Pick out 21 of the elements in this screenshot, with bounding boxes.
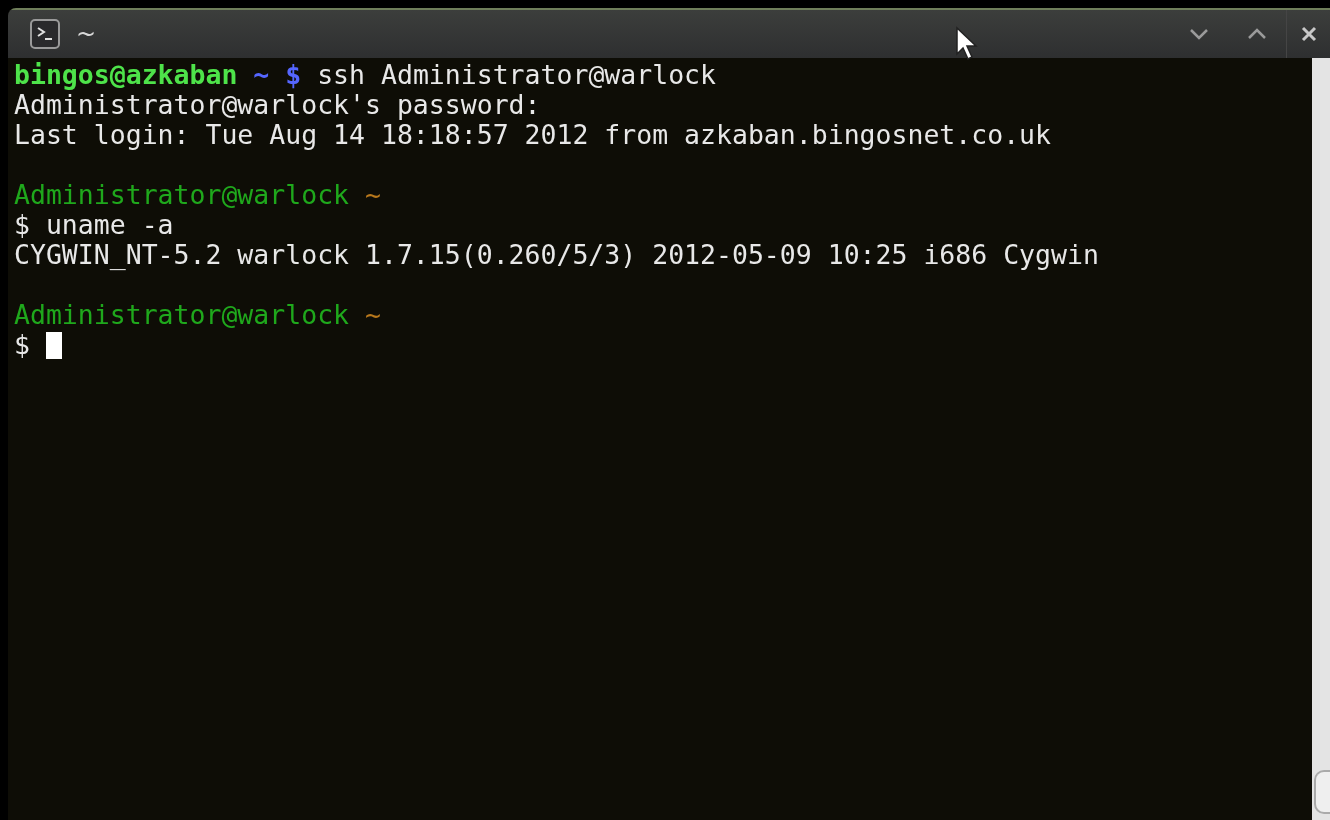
text-cursor — [45, 332, 62, 359]
terminal-line: $ — [14, 329, 31, 360]
chevron-up-icon — [1247, 28, 1267, 40]
prompt-user: Administrator@warlock — [14, 299, 350, 330]
prompt-user: Administrator@warlock — [14, 179, 350, 210]
terminal-line: Administrator@warlock's password: — [14, 89, 541, 120]
scrollbar-thumb[interactable] — [1314, 770, 1330, 814]
terminal-line: $ uname -a — [14, 209, 174, 240]
terminal-icon — [30, 19, 60, 49]
prompt-path: ~ — [364, 299, 381, 330]
window-title: ~ — [76, 22, 97, 46]
terminal-line: CYGWIN_NT-5.2 warlock 1.7.15(0.260/5/3) 2012-05-09 10:25 i686 Cygwin — [14, 239, 1099, 270]
prompt-path: ~ $ — [252, 59, 302, 90]
chevron-down-icon — [1189, 28, 1209, 40]
terminal-line: ssh Administrator@warlock — [316, 59, 717, 90]
prompt-path: ~ — [364, 179, 381, 210]
mouse-pointer-icon — [955, 26, 979, 62]
close-icon — [1300, 26, 1317, 42]
scrollbar[interactable] — [1312, 58, 1330, 820]
terminal-line: Last login: Tue Aug 14 18:18:57 2012 from azkaban.bingosnet.co.uk — [14, 119, 1052, 150]
prompt-user: bingos@azkaban — [14, 59, 238, 90]
